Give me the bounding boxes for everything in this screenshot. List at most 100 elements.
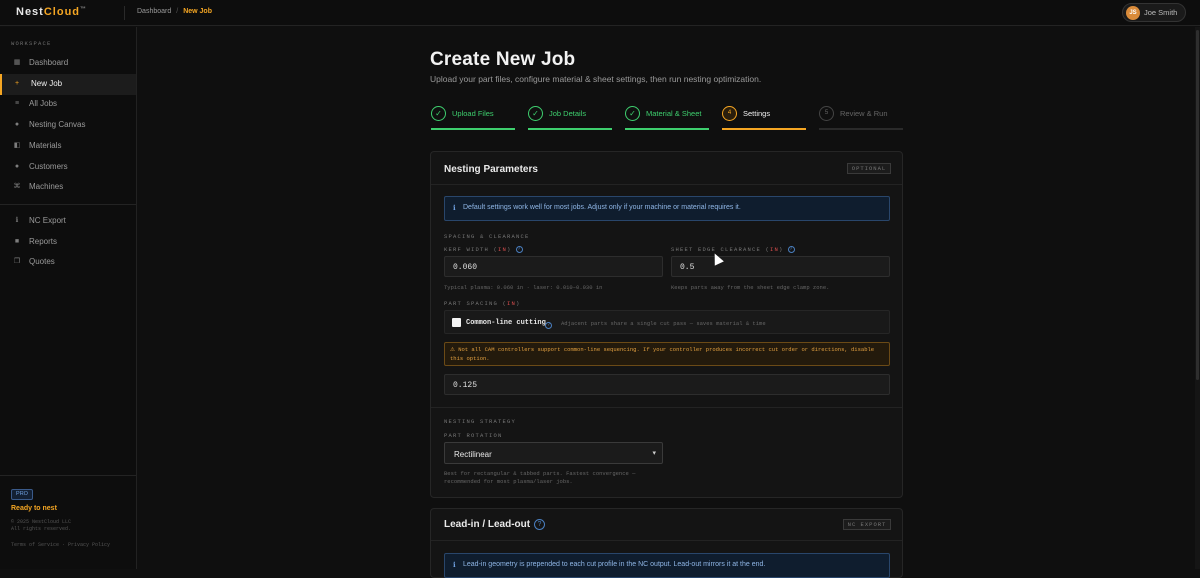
step-progress-bar [625, 128, 709, 130]
step-settings[interactable]: 4 Settings [722, 106, 806, 130]
common-line-checkbox[interactable] [452, 318, 461, 327]
edge-clearance-input[interactable]: 0.5 [671, 256, 890, 277]
kerf-width-input[interactable]: 0.060 [444, 256, 663, 277]
sidebar-section-label: WORKSPACE [11, 40, 52, 47]
edge-clearance-label: SHEET EDGE CLEARANCE (IN)? [671, 246, 795, 254]
common-line-label: Common-line cutting [466, 319, 546, 327]
warning-banner: ⚠ Not all CAM controllers support common… [444, 342, 890, 366]
step-label: Upload Files [452, 109, 494, 118]
customers-icon: ● [14, 162, 20, 170]
card-divider [431, 540, 902, 541]
common-line-row[interactable]: Common-line cutting ? Adjacent parts sha… [444, 310, 890, 334]
section-divider [431, 407, 902, 408]
machine-icon: ⌘ [13, 183, 21, 191]
sidebar-item-label: Dashboard [29, 58, 69, 67]
info-icon: ℹ [453, 562, 456, 569]
rotation-hint: Best for rectangular & tabbed parts. Fas… [444, 470, 636, 485]
sidebar-item-new-job[interactable]: + New Job [0, 73, 136, 95]
info-text: Default settings work well for most jobs… [463, 204, 741, 211]
list-icon: ≡ [14, 100, 20, 108]
help-icon[interactable]: ? [515, 246, 523, 254]
step-progress-bar [722, 128, 806, 130]
sidebar-item-reports[interactable]: ■ Reports [0, 232, 136, 253]
card-title: Nesting Parameters [444, 164, 538, 175]
edge-clearance-hint: Keeps parts away from the sheet edge cla… [671, 284, 830, 291]
help-icon[interactable]: ? [787, 246, 795, 254]
logo[interactable]: NestCloud™ [16, 6, 87, 18]
step-label: Settings [743, 109, 771, 118]
breadcrumb: Dashboard / New Job [137, 8, 212, 15]
sidebar-item-label: Customers [29, 161, 68, 171]
sidebar-item-customers[interactable]: ● Customers [0, 157, 136, 178]
breadcrumb-dashboard[interactable]: Dashboard [137, 8, 171, 15]
rotation-label: PART ROTATION [444, 432, 503, 439]
plan-badge: PRO [11, 489, 33, 500]
plus-icon: + [14, 79, 20, 87]
card-divider [431, 184, 902, 185]
sidebar-item-quotes[interactable]: ❐ Quotes [0, 252, 136, 273]
step-marker: ✓ [431, 106, 446, 121]
page-subtitle: Upload your part files, configure materi… [430, 74, 762, 84]
layers-icon: ◧ [13, 141, 21, 149]
sidebar-item-nc-export[interactable]: ℹ NC Export [0, 211, 136, 232]
step-label: Review & Run [840, 109, 888, 118]
avatar: JS [1126, 6, 1140, 20]
top-bar: NestCloud™ Dashboard / New Job JS Joe Smit… [0, 0, 1200, 26]
step-label: Material & Sheet [646, 109, 702, 118]
breadcrumb-separator: / [176, 8, 179, 15]
chevron-down-icon: ▾ [652, 450, 656, 457]
sidebar-item-all-jobs[interactable]: ≡ All Jobs [0, 94, 136, 115]
page-title: Create New Job [430, 49, 576, 70]
sidebar-item-label: Quotes [29, 257, 55, 267]
warning-text: ⚠ Not all CAM controllers support common… [450, 346, 875, 362]
step-upload-files[interactable]: ✓ Upload Files [431, 106, 515, 130]
info-icon: ℹ [453, 205, 456, 212]
common-line-hint: Adjacent parts share a single cut pass —… [561, 320, 766, 327]
export-icon: ℹ [15, 217, 19, 224]
sidebar: WORKSPACE ▦ Dashboard + New Job ≡ All Jobs ● Ne… [0, 27, 137, 569]
help-icon[interactable]: ? [545, 317, 552, 335]
sidebar-item-label: Nesting Canvas [29, 120, 86, 130]
nesting-parameters-card: Nesting Parameters OPTIONAL ℹ Default se… [430, 151, 903, 498]
info-banner: ℹ Lead-in geometry is prepended to each … [444, 553, 890, 578]
info-banner: ℹ Default settings work well for most jo… [444, 196, 890, 221]
kerf-hint: Typical plasma: 0.060 in · laser: 0.010–… [444, 284, 603, 291]
step-marker: 5 [819, 106, 834, 121]
sidebar-item-machines[interactable]: ⌘ Machines [0, 177, 136, 198]
step-progress-bar [819, 128, 903, 130]
sidebar-item-nesting-canvas[interactable]: ● Nesting Canvas [0, 115, 136, 136]
sidebar-item-label: Machines [29, 182, 64, 192]
sidebar-item-label: Materials [29, 140, 62, 150]
part-rotation-select[interactable]: Rectilinear ▾ [444, 442, 663, 464]
user-name: Joe Smith [1144, 8, 1178, 17]
sidebar-item-materials[interactable]: ◧ Materials [0, 136, 136, 157]
step-marker: ✓ [625, 106, 640, 121]
kerf-label: KERF WIDTH (IN)? [444, 246, 523, 254]
quotes-icon: ❐ [13, 258, 21, 266]
terms-links[interactable]: Terms of Service · Privacy Policy [11, 542, 110, 548]
spacing-heading: SPACING & CLEARANCE [444, 233, 530, 240]
status-text: Ready to nest [11, 505, 57, 512]
step-progress-bar [528, 128, 612, 130]
canvas-icon: ● [14, 121, 20, 129]
lead-in-card: Lead-in / Lead-out ? NC EXPORT ℹ Lead-in… [430, 508, 903, 578]
scrollbar-thumb[interactable] [1196, 30, 1199, 380]
grid-icon: ▦ [13, 59, 21, 66]
help-icon[interactable]: ? [534, 519, 545, 530]
sidebar-item-dashboard[interactable]: ▦ Dashboard [0, 53, 136, 74]
part-spacing-input[interactable]: 0.125 [444, 374, 890, 395]
step-marker: ✓ [528, 106, 543, 121]
sidebar-item-label: New Job [31, 78, 63, 88]
sidebar-footer-divider [0, 475, 136, 476]
card-title: Lead-in / Lead-out [444, 519, 531, 530]
step-job-details[interactable]: ✓ Job Details [528, 106, 612, 130]
sidebar-divider [0, 204, 136, 205]
user-menu[interactable]: JS Joe Smith [1122, 3, 1186, 22]
step-material-sheet[interactable]: ✓ Material & Sheet [625, 106, 709, 130]
step-review-run[interactable]: 5 Review & Run [819, 106, 903, 130]
step-marker: 4 [722, 106, 737, 121]
info-text: Lead-in geometry is prepended to each cu… [463, 561, 766, 568]
copyright: © 2025 NestCloud LLC All rights reserved. [11, 519, 72, 532]
strategy-heading: NESTING STRATEGY [444, 418, 517, 425]
nc-export-tag: NC EXPORT [843, 519, 891, 530]
